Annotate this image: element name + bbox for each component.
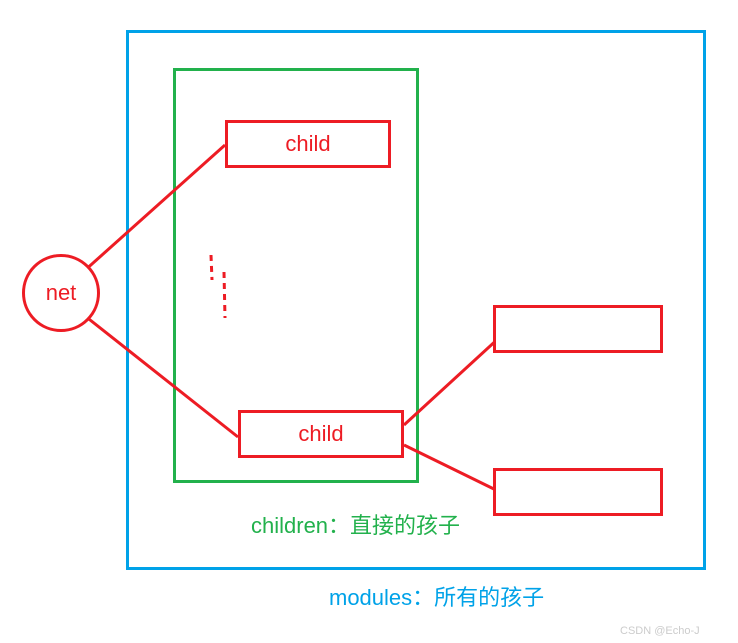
net-label: net [46, 280, 77, 306]
grandchild-node-bottom [493, 468, 663, 516]
modules-label: modules：所有的孩子 [329, 580, 544, 612]
watermark: CSDN @Echo-J [620, 625, 700, 637]
children-label: children：直接的孩子 [251, 508, 460, 540]
grandchild-node-top [493, 305, 663, 353]
child-node-top: child [225, 120, 391, 168]
child-node-bottom: child [238, 410, 404, 458]
net-node: net [22, 254, 100, 332]
child-label: child [285, 131, 330, 157]
child-label: child [298, 421, 343, 447]
